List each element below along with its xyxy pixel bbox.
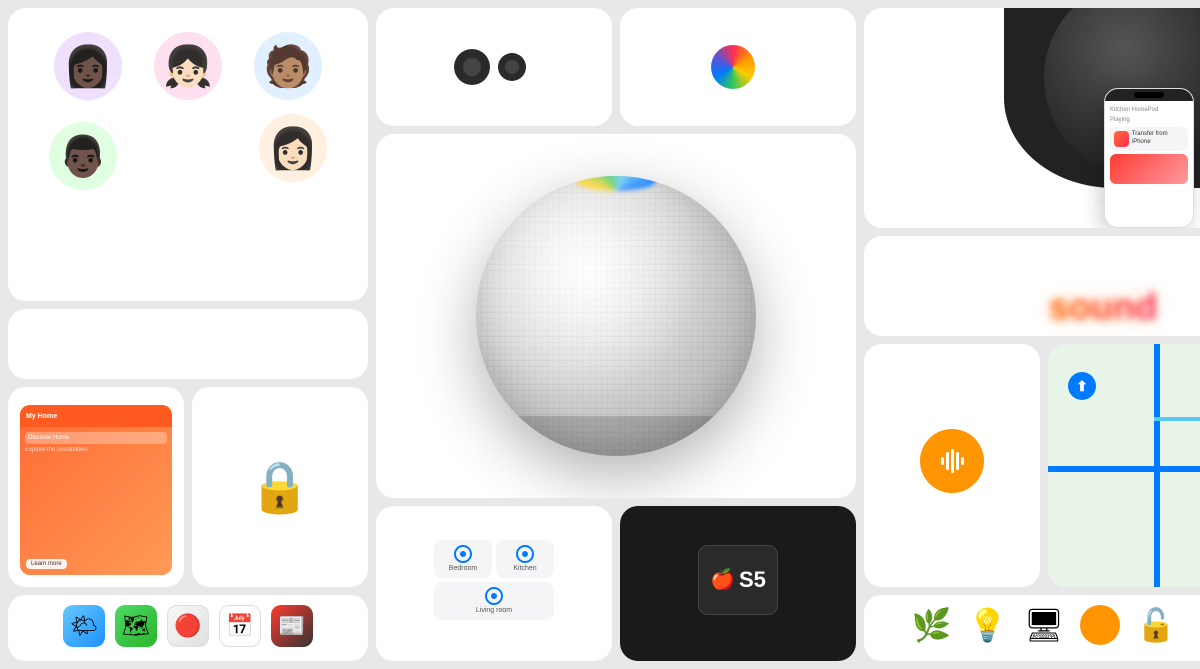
bedroom-room: Bedroom <box>434 540 492 578</box>
smart-home-accessories-card: My Home Discover Home Explore the possib… <box>8 387 184 587</box>
app-icons-row: 🌤 🗺 🔴 📅 📰 <box>63 605 313 647</box>
siri-maps-card: ⬆ <box>1048 344 1200 587</box>
transfer-card: Transfer from iPhone <box>1110 127 1188 151</box>
memoji-5: 👩🏻 <box>259 114 327 182</box>
siri-icon <box>711 45 755 89</box>
map-road-horizontal <box>1048 466 1200 472</box>
learn-more-button[interactable]: Learn more <box>26 559 67 569</box>
reminders-icon: 🔴 <box>167 605 209 647</box>
multiroom-card: Bedroom Kitchen Living room <box>376 506 612 661</box>
living-room-label: Living room <box>476 607 512 614</box>
amazing-sound-card <box>864 236 1200 336</box>
wave-5 <box>961 457 964 465</box>
memoji-1: 👩🏿 <box>54 32 122 100</box>
map-road-vertical <box>1154 344 1160 587</box>
room-grid: Bedroom Kitchen Living room <box>434 540 554 620</box>
smart-bulb-icon: 💡 <box>968 606 1008 644</box>
kitchen-icon <box>516 545 534 563</box>
living-room-icon <box>485 587 503 605</box>
kitchen-label: Kitchen <box>513 565 536 572</box>
stereo-card <box>376 8 612 126</box>
recognizes-card: 👩🏿 👧🏻 🧑🏽 👨🏿 👩🏻 <box>8 8 368 301</box>
stereo-speakers <box>454 49 526 85</box>
intelligent-card <box>8 309 368 379</box>
chip-card: 🍎 S5 <box>620 506 856 661</box>
phone-screen-content: Discover Home Explore the possibilities <box>20 427 172 458</box>
news-icon: 📰 <box>271 605 313 647</box>
kitchen-room: Kitchen <box>496 540 554 578</box>
phone-screen-header-label: My Home <box>26 413 57 420</box>
smart-lights-icon: 🌿 <box>912 606 952 644</box>
music-visual <box>1110 154 1188 184</box>
iphone-status: Kitchen HomePod <box>1110 107 1188 113</box>
deep-iphone-card: Kitchen HomePod Playing Transfer from iP… <box>864 8 1200 228</box>
temperature-badge <box>1080 605 1120 645</box>
bedroom-icon <box>454 545 472 563</box>
homepod-mini-visual <box>476 176 756 456</box>
smart-tv-icon: 🖥 <box>1024 606 1065 644</box>
intercom-button[interactable] <box>920 429 984 493</box>
calendar-icon: 📅 <box>219 605 261 647</box>
transfer-icon <box>1114 131 1129 147</box>
homepod-center <box>376 134 856 498</box>
private-secure-card: 🔒 <box>192 387 368 587</box>
bedroom-label: Bedroom <box>449 565 477 572</box>
weather-icon: 🌤 <box>63 605 105 647</box>
wave-1 <box>941 457 944 465</box>
living-room: Living room <box>434 582 554 620</box>
s5-label: 🍎 S5 <box>710 567 766 593</box>
left-speaker-icon <box>454 49 490 85</box>
iphone-notch <box>1105 89 1193 101</box>
map-road-accent <box>1154 417 1200 421</box>
shortcuts-card <box>620 8 856 126</box>
memoji-4: 👨🏿 <box>49 122 117 190</box>
sound-waves <box>941 449 964 473</box>
iphone-content: Kitchen HomePod Playing Transfer from iP… <box>1105 101 1193 190</box>
s5-chip: 🍎 S5 <box>698 545 778 615</box>
memoji-3: 🧑🏽 <box>254 32 322 100</box>
s5-chip-label: S5 <box>739 567 766 593</box>
iphone-playing: Playing <box>1110 117 1188 123</box>
notch-inner <box>1134 92 1164 98</box>
siri-pin: ⬆ <box>1068 372 1096 400</box>
smart-lock-icon: 🔓 <box>1136 606 1176 644</box>
apple-logo: 🍎 <box>710 567 735 592</box>
smart-home-control-card: 🌿 💡 🖥 🔓 <box>864 595 1200 661</box>
wave-2 <box>946 452 949 470</box>
apple-lock-icon: 🔒 <box>249 458 311 517</box>
wave-3 <box>951 449 954 473</box>
bottom-right-row: ⬆ <box>864 344 1200 587</box>
memoji-2: 👧🏻 <box>154 32 222 100</box>
bottom-center-row: Bedroom Kitchen Living room 🍎 S5 <box>376 506 856 661</box>
transfer-text: Transfer from iPhone <box>1132 131 1184 147</box>
top-features-row <box>376 8 856 126</box>
daily-updates-card: 🌤 🗺 🔴 📅 📰 <box>8 595 368 661</box>
wave-4 <box>956 452 959 470</box>
intercom-card <box>864 344 1040 587</box>
iphone-mock: Kitchen HomePod Playing Transfer from iP… <box>1104 88 1194 228</box>
right-speaker-icon <box>498 53 526 81</box>
smart-home-icons: 🌿 💡 🖥 🔓 <box>912 605 1176 645</box>
maps-icon: 🗺 <box>115 605 157 647</box>
